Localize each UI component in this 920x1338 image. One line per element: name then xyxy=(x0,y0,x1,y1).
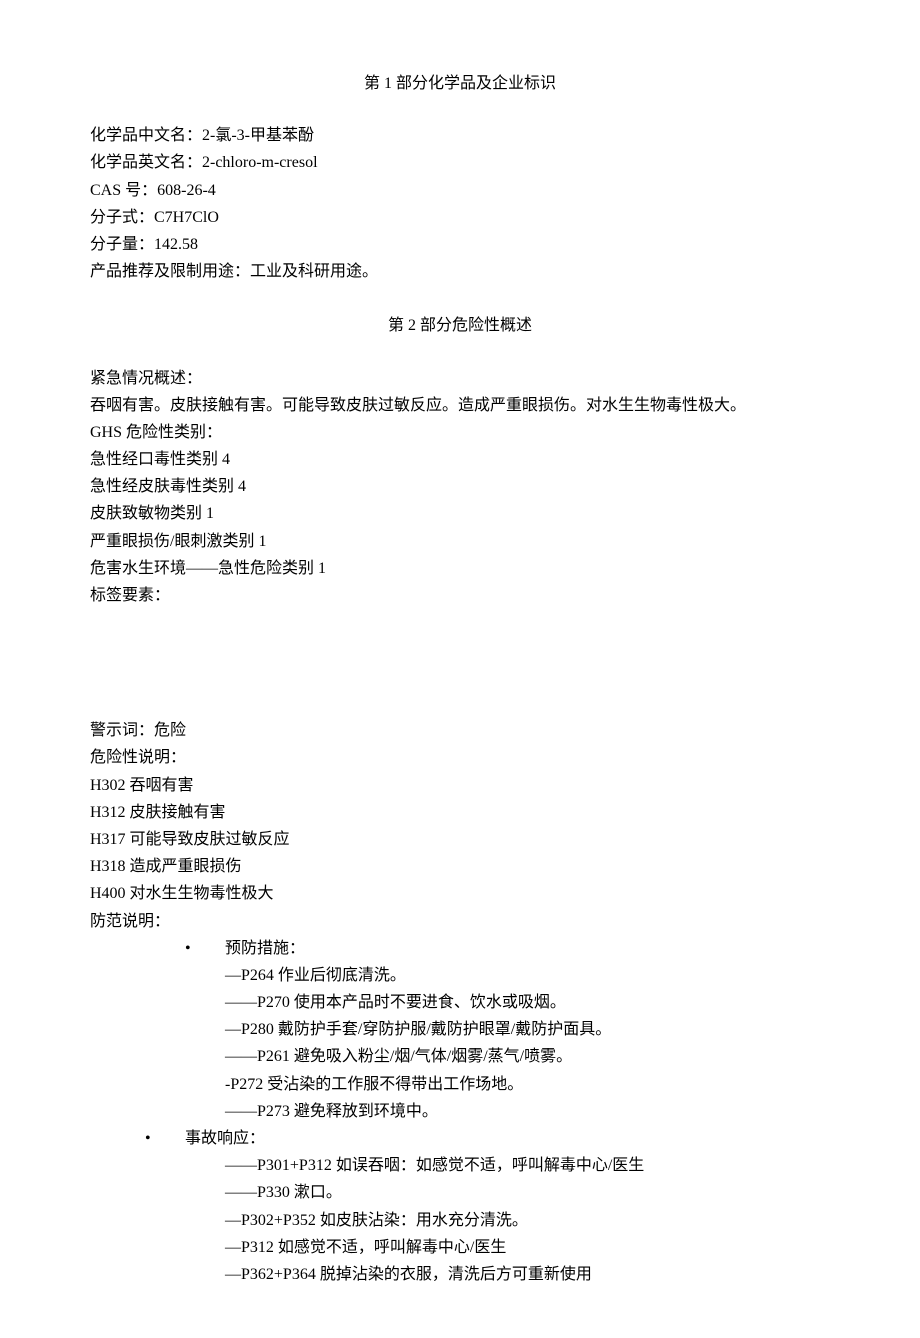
response-item: ——P301+P312 如误吞咽：如感觉不适，呼叫解毒中心/医生 xyxy=(225,1152,830,1179)
molecular-formula: 分子式：C7H7ClO xyxy=(90,204,830,231)
chem-name-cn: 化学品中文名：2-氯-3-甲基苯酚 xyxy=(90,122,830,149)
cas-number: CAS 号：608-26-4 xyxy=(90,177,830,204)
ghs-class-item: 严重眼损伤/眼刺激类别 1 xyxy=(90,528,830,555)
molecular-weight: 分子量：142.58 xyxy=(90,231,830,258)
precautionary-label: 防范说明： xyxy=(90,908,830,935)
ghs-class-item: 急性经口毒性类别 4 xyxy=(90,446,830,473)
response-item: ——P330 漱口。 xyxy=(225,1179,830,1206)
prevention-item: ——P270 使用本产品时不要进食、饮水或吸烟。 xyxy=(225,989,830,1016)
emergency-overview-label: 紧急情况概述： xyxy=(90,365,830,392)
hazard-statement: H302 吞咽有害 xyxy=(90,772,830,799)
response-bullet: • 事故响应： xyxy=(145,1125,830,1152)
prevention-label: 预防措施： xyxy=(225,935,305,962)
prevention-bullet: • 预防措施： xyxy=(185,935,830,962)
ghs-class-item: 急性经皮肤毒性类别 4 xyxy=(90,473,830,500)
chem-name-en: 化学品英文名：2-chloro-m-cresol xyxy=(90,149,830,176)
response-item: —P302+P352 如皮肤沾染：用水充分清洗。 xyxy=(225,1207,830,1234)
hazard-statement: H318 造成严重眼损伤 xyxy=(90,853,830,880)
ghs-class-item: 皮肤致敏物类别 1 xyxy=(90,500,830,527)
label-elements: 标签要素： xyxy=(90,582,830,609)
prevention-item: —P280 戴防护手套/穿防护服/戴防护眼罩/戴防护面具。 xyxy=(225,1016,830,1043)
response-item: —P312 如感觉不适，呼叫解毒中心/医生 xyxy=(225,1234,830,1261)
hazard-statement: H400 对水生生物毒性极大 xyxy=(90,880,830,907)
signal-word: 警示词：危险 xyxy=(90,717,830,744)
hazard-statement: H312 皮肤接触有害 xyxy=(90,799,830,826)
recommended-use: 产品推荐及限制用途：工业及科研用途。 xyxy=(90,258,830,285)
hazard-statement: H317 可能导致皮肤过敏反应 xyxy=(90,826,830,853)
section-2-title: 第 2 部分危险性概述 xyxy=(90,312,830,339)
ghs-class-item: 危害水生环境——急性危险类别 1 xyxy=(90,555,830,582)
section-1-title: 第 1 部分化学品及企业标识 xyxy=(90,70,830,97)
ghs-class-label: GHS 危险性类别： xyxy=(90,419,830,446)
response-label: 事故响应： xyxy=(185,1125,265,1152)
hazard-statements-label: 危险性说明： xyxy=(90,744,830,771)
prevention-item: —P264 作业后彻底清洗。 xyxy=(225,962,830,989)
prevention-item: ——P261 避免吸入粉尘/烟/气体/烟雾/蒸气/喷雾。 xyxy=(225,1043,830,1070)
bullet-icon: • xyxy=(185,935,225,962)
response-item: —P362+P364 脱掉沾染的衣服，清洗后方可重新使用 xyxy=(225,1261,830,1288)
prevention-item: ——P273 避免释放到环境中。 xyxy=(225,1098,830,1125)
prevention-item: -P272 受沾染的工作服不得带出工作场地。 xyxy=(225,1071,830,1098)
emergency-overview-text: 吞咽有害。皮肤接触有害。可能导致皮肤过敏反应。造成严重眼损伤。对水生生物毒性极大… xyxy=(90,392,830,419)
bullet-icon: • xyxy=(145,1125,185,1152)
